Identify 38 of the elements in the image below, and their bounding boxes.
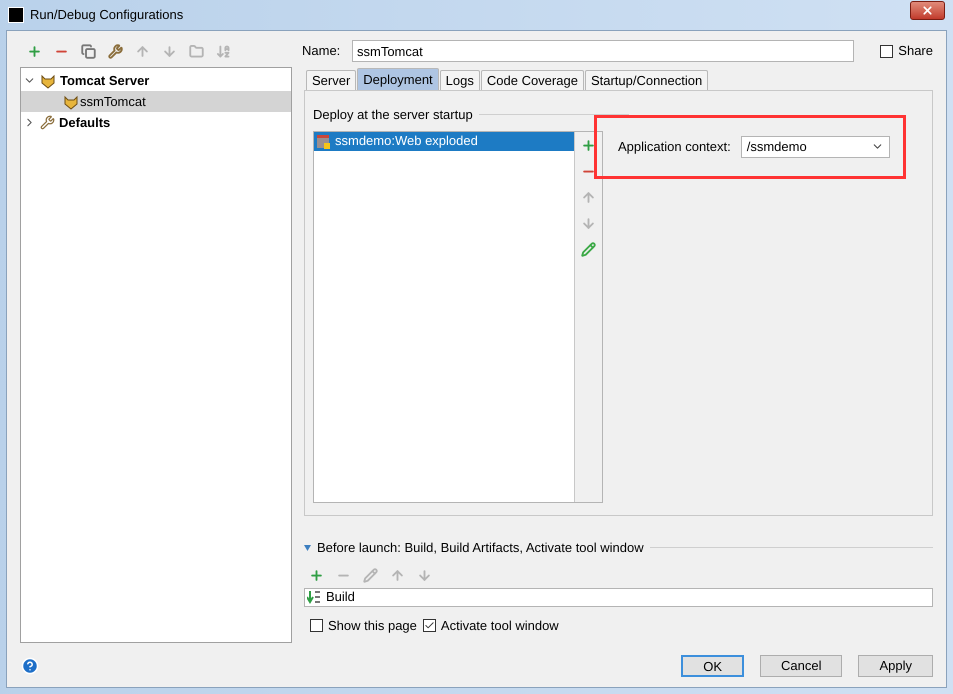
artifact-item[interactable]: ssmdemo:Web exploded (314, 132, 574, 150)
tab[interactable]: Code Coverage (480, 70, 584, 90)
close-icon (921, 4, 934, 16)
tree-item[interactable]: ssmTomcat (21, 91, 291, 112)
before-launch-title: Before launch: Build, Build Artifacts, Activate tool window (317, 539, 644, 557)
window-title: Run/Debug Configurations (30, 6, 184, 24)
wrench-icon (40, 115, 55, 130)
cat-icon (40, 72, 56, 88)
dialog-button[interactable]: OK (681, 655, 744, 677)
before-launch-toggle[interactable] (304, 544, 311, 551)
help-icon[interactable] (21, 657, 39, 675)
task-item[interactable]: Build (305, 587, 932, 607)
context-label: Application context: (618, 138, 731, 156)
share-label: Share (898, 42, 933, 60)
option-label: Activate tool window (440, 616, 559, 634)
close-button[interactable] (910, 0, 945, 20)
cat-icon (63, 94, 79, 110)
dialog-button[interactable]: Cancel (760, 655, 842, 677)
name-label: Name: (302, 42, 342, 60)
section-title: Deploy at the server startup (313, 106, 473, 124)
tab[interactable]: Logs (440, 70, 480, 90)
tab[interactable]: Startup/Connection (584, 70, 708, 90)
tree-item[interactable]: Tomcat Server (21, 70, 291, 91)
option-checkbox[interactable] (310, 618, 323, 632)
tab[interactable]: Server (306, 70, 356, 90)
context-dropdown[interactable]: /ssmdemo (740, 136, 890, 158)
tab[interactable]: Deployment (357, 68, 439, 90)
option-label: Show this page (328, 616, 417, 635)
package-icon (316, 134, 331, 148)
option-checkbox[interactable] (422, 618, 436, 632)
pencil-icon[interactable] (578, 240, 598, 260)
name-field[interactable]: ssmTomcat (352, 40, 854, 62)
build-icon (307, 590, 321, 604)
share-checkbox[interactable] (880, 44, 894, 58)
tree-item[interactable]: Defaults (21, 112, 291, 133)
dialog-button[interactable]: Apply (858, 655, 933, 677)
app-logo-icon (8, 7, 24, 23)
triangle-icon (304, 544, 311, 551)
